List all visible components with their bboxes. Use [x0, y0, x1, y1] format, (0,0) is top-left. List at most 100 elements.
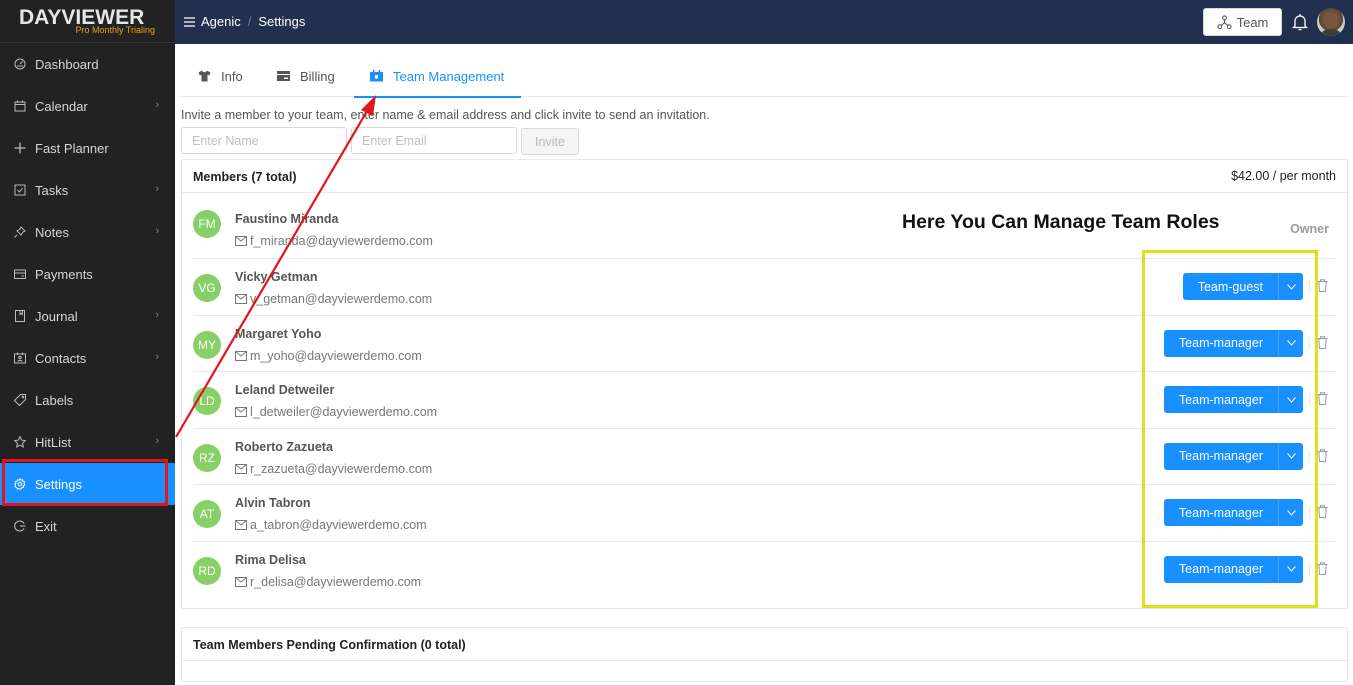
sidebar-item-label: HitList [35, 434, 72, 450]
member-list: FM Faustino Miranda f_miranda@dayviewerd… [182, 193, 1347, 598]
member-name: Rima Delisa [235, 552, 306, 567]
role-button[interactable]: Team-manager [1163, 442, 1278, 470]
sidebar-item-tasks[interactable]: Tasks › [0, 169, 175, 211]
chevron-right-icon: › [155, 183, 159, 195]
role-button[interactable]: Team-manager [1163, 386, 1278, 413]
role-dropdown-toggle[interactable] [1278, 386, 1303, 413]
book-icon [14, 310, 26, 322]
members-card-header: Members (7 total) $42.00 / per month [182, 160, 1347, 193]
member-email-text: r_zazueta@dayviewerdemo.com [250, 461, 433, 476]
delete-member-icon[interactable] [1317, 505, 1328, 518]
tab-info[interactable]: Info [198, 55, 243, 97]
divider [1309, 562, 1310, 576]
role-button[interactable]: Team-manager [1163, 329, 1278, 357]
member-email-text: l_detweiler@dayviewerdemo.com [250, 405, 438, 419]
member-row: VG Vicky Getman v_getman@dayviewerdemo.c… [193, 259, 1336, 316]
member-avatar: VG [193, 274, 221, 302]
sidebar-item-label: Calendar [35, 98, 88, 114]
contacts-icon [370, 70, 383, 82]
team-network-icon [1217, 14, 1232, 29]
member-name: Leland Detweiler [235, 383, 335, 397]
divider [1309, 506, 1310, 519]
breadcrumb-separator: / [247, 14, 252, 29]
role-dropdown-toggle[interactable] [1278, 555, 1303, 583]
member-email-text: a_tabron@dayviewerdemo.com [250, 518, 427, 532]
delete-member-icon[interactable] [1317, 448, 1328, 462]
member-row: RZ Roberto Zazueta r_zazueta@dayviewerde… [193, 429, 1336, 485]
chevron-down-icon [1286, 396, 1296, 403]
sidebar-item-hitlist[interactable]: HitList › [0, 421, 175, 463]
sidebar-item-label: Exit [35, 518, 57, 534]
sidebar-item-label: Payments [35, 266, 93, 282]
role-dropdown: Team-manager [1163, 499, 1303, 526]
logo[interactable]: DAYVIEWER Pro Monthly Trialing [0, 0, 175, 43]
member-avatar: RD [193, 556, 221, 585]
breadcrumb-item-team[interactable]: Agenic [201, 14, 241, 29]
logout-icon [14, 520, 26, 532]
bell-icon[interactable] [1292, 13, 1308, 31]
role-dropdown-toggle[interactable] [1278, 329, 1303, 357]
member-avatar: FM [193, 210, 221, 238]
invite-button[interactable]: Invite [521, 128, 579, 155]
role-dropdown: Team-guest [1182, 273, 1303, 300]
tab-team-management[interactable]: Team Management [353, 55, 522, 98]
role-button[interactable]: Team-manager [1163, 555, 1278, 583]
delete-member-icon[interactable] [1317, 279, 1328, 292]
pending-title: Team Members Pending Confirmation (0 tot… [193, 638, 466, 652]
role-button[interactable]: Team-guest [1182, 273, 1278, 300]
mail-icon [235, 294, 247, 304]
star-icon [14, 436, 26, 448]
role-button[interactable]: Team-manager [1163, 499, 1278, 526]
sidebar-item-notes[interactable]: Notes › [0, 211, 175, 253]
role-dropdown: Team-manager [1163, 329, 1303, 357]
member-email-text: r_delisa@dayviewerdemo.com [250, 574, 422, 589]
credit-card-icon [277, 71, 290, 81]
sidebar-item-exit[interactable]: Exit [0, 505, 175, 547]
mail-icon [235, 463, 247, 474]
top-header: Agenic / Settings Team [175, 0, 1353, 44]
contacts-icon [14, 352, 26, 364]
tab-billing[interactable]: Billing [277, 55, 335, 97]
member-row: LD Leland Detweiler l_detweiler@dayviewe… [193, 372, 1336, 429]
sidebar-item-label: Journal [35, 308, 78, 324]
role-dropdown: Team-manager [1163, 386, 1303, 413]
chevron-right-icon: › [155, 99, 159, 111]
sidebar-item-settings[interactable]: Settings [0, 463, 175, 505]
sidebar-item-contacts[interactable]: Contacts › [0, 337, 175, 379]
calendar-icon [14, 100, 26, 112]
invite-email-input[interactable] [351, 127, 517, 154]
user-avatar[interactable] [1317, 8, 1345, 36]
sidebar-item-label: Tasks [35, 182, 69, 198]
dashboard-icon [14, 58, 26, 70]
role-dropdown-toggle[interactable] [1278, 442, 1303, 470]
team-button-label: Team [1236, 14, 1269, 30]
member-name: Vicky Getman [235, 270, 318, 284]
team-button[interactable]: Team [1203, 8, 1282, 36]
member-avatar: MY [193, 330, 221, 359]
divider [1309, 280, 1310, 293]
invite-name-input[interactable] [181, 127, 347, 154]
role-dropdown-toggle[interactable] [1278, 499, 1303, 526]
tags-icon [14, 394, 26, 406]
sidebar-item-calendar[interactable]: Calendar › [0, 85, 175, 127]
chevron-down-icon [1286, 340, 1296, 346]
member-email-text: f_miranda@dayviewerdemo.com [250, 234, 433, 248]
mail-icon [235, 520, 247, 530]
sidebar-item-labels[interactable]: Labels [0, 379, 175, 421]
pending-card: Team Members Pending Confirmation (0 tot… [181, 627, 1348, 682]
member-email-text: v_getman@dayviewerdemo.com [250, 292, 433, 306]
breadcrumb: Agenic / Settings [184, 14, 305, 29]
checkbox-icon [14, 184, 26, 196]
member-row: RD Rima Delisa r_delisa@dayviewerdemo.co… [193, 542, 1336, 599]
sidebar-item-dashboard[interactable]: Dashboard [0, 43, 175, 85]
sidebar-item-fast-planner[interactable]: Fast Planner [0, 127, 175, 169]
sidebar-item-payments[interactable]: Payments [0, 253, 175, 295]
role-dropdown-toggle[interactable] [1278, 273, 1303, 300]
delete-member-icon[interactable] [1317, 392, 1328, 405]
delete-member-icon[interactable] [1317, 335, 1328, 349]
member-avatar: LD [193, 387, 221, 415]
member-name: Roberto Zazueta [235, 439, 333, 454]
sidebar-item-journal[interactable]: Journal › [0, 295, 175, 337]
menu-icon[interactable] [184, 16, 195, 27]
delete-member-icon[interactable] [1317, 561, 1328, 575]
